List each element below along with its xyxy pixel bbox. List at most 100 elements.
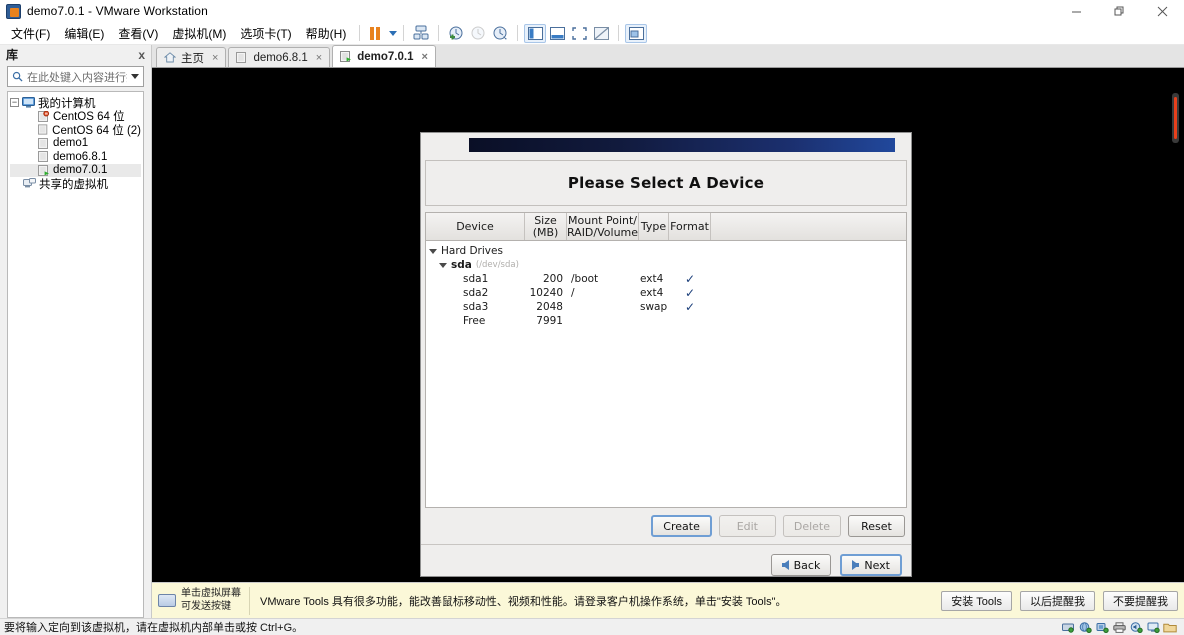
tools-buttons: 安装 Tools 以后提醒我 不要提醒我 xyxy=(941,590,1178,611)
status-bar: 要将输入定向到该虚拟机，请在虚拟机内部单击或按 Ctrl+G。 xyxy=(0,618,1184,635)
full-screen-icon[interactable] xyxy=(568,24,590,43)
pause-icon[interactable] xyxy=(366,26,384,40)
close-icon[interactable]: × xyxy=(421,51,427,63)
device-name: sda1 xyxy=(463,273,489,285)
table-header-row: Device Size (MB) Mount Point/ RAID/Volum… xyxy=(426,213,906,241)
search-icon xyxy=(12,71,23,82)
folder-sharing-icon[interactable] xyxy=(1163,621,1177,634)
vmware-icon xyxy=(6,3,21,19)
tab-demo6-8-1[interactable]: demo6.8.1 × xyxy=(228,47,331,67)
library-title: 库 xyxy=(6,48,19,62)
show-library-icon[interactable] xyxy=(524,23,547,43)
close-icon[interactable]: × xyxy=(212,52,218,64)
printer-icon[interactable] xyxy=(1112,621,1126,634)
create-button[interactable]: Create xyxy=(651,515,712,537)
expanded-triangle-icon[interactable] xyxy=(439,262,447,268)
search-input[interactable]: 在此处键入内容进行搜... xyxy=(7,66,144,87)
back-button[interactable]: Back xyxy=(770,554,832,576)
toolbar-divider-3 xyxy=(438,25,440,41)
autofit-edge-indicator[interactable] xyxy=(1172,93,1179,143)
column-header-size[interactable]: Size (MB) xyxy=(525,213,567,240)
dialog-title-box: Please Select A Device xyxy=(425,160,907,206)
column-header-format[interactable]: Format xyxy=(669,213,711,240)
tree-item-label: CentOS 64 位 (2) xyxy=(52,124,141,137)
tab-label: demo6.8.1 xyxy=(253,51,308,64)
table-row[interactable]: sda (/dev/sda) xyxy=(426,258,906,272)
edit-button: Edit xyxy=(718,515,776,537)
menu-tabs[interactable]: 选项卡(T) xyxy=(233,22,298,45)
tree-item-centos-64-2[interactable]: CentOS 64 位 (2) xyxy=(10,123,141,137)
keyboard-hint: 单击虚拟屏幕 可发送按键 xyxy=(158,586,250,615)
tree-item-demo1[interactable]: demo1 xyxy=(10,137,141,151)
dropdown-caret-icon[interactable] xyxy=(389,30,398,36)
never-remind-me-button[interactable]: 不要提醒我 xyxy=(1103,590,1178,611)
install-tools-button[interactable]: 安装 Tools xyxy=(941,590,1012,611)
tab-strip: 主页 × demo6.8.1 × demo7.0.1 × xyxy=(152,45,1184,68)
tree-item-label: demo7.0.1 xyxy=(53,164,108,177)
vm-suspended-icon xyxy=(38,110,50,122)
remind-me-later-button[interactable]: 以后提醒我 xyxy=(1020,590,1095,611)
close-icon[interactable]: × xyxy=(316,52,322,64)
column-header-type[interactable]: Type xyxy=(639,213,669,240)
hard-disk-icon[interactable] xyxy=(1061,621,1075,634)
vm-console-screen[interactable]: Please Select A Device Device Size (MB) xyxy=(152,68,1184,582)
table-row[interactable]: sda3 2048 swap ✓ xyxy=(426,300,906,314)
collapse-expander-icon[interactable]: − xyxy=(10,98,19,108)
anaconda-partition-dialog: Please Select A Device Device Size (MB) xyxy=(420,132,912,577)
cell-format: ✓ xyxy=(669,273,711,285)
network-adapter-icon[interactable] xyxy=(1078,621,1092,634)
menu-bar: 文件(F) 编辑(E) 查看(V) 虚拟机(M) 选项卡(T) 帮助(H) xyxy=(0,22,1184,45)
shared-vms-icon xyxy=(23,178,36,188)
chevron-down-icon[interactable] xyxy=(131,74,139,79)
tree-item-label: 共享的虚拟机 xyxy=(39,178,108,191)
table-row[interactable]: Free 7991 xyxy=(426,314,906,328)
expanded-triangle-icon[interactable] xyxy=(429,248,437,254)
library-header: 库 x xyxy=(0,45,151,64)
show-thumbnail-bar-icon[interactable] xyxy=(546,24,568,43)
menu-vm[interactable]: 虚拟机(M) xyxy=(165,22,233,45)
cell-device: sda2 xyxy=(426,287,525,299)
status-device-icons xyxy=(1061,621,1180,634)
tree-item-shared-vms[interactable]: 共享的虚拟机 xyxy=(10,177,141,191)
format-check-icon: ✓ xyxy=(684,286,696,300)
cell-size: 7991 xyxy=(536,315,563,327)
manage-snapshots-icon[interactable] xyxy=(489,24,511,43)
restore-icon[interactable] xyxy=(1098,0,1141,22)
menu-file[interactable]: 文件(F) xyxy=(4,22,57,45)
take-snapshot-icon[interactable] xyxy=(445,24,467,43)
page-title: Please Select A Device xyxy=(567,174,765,192)
unity-mode-icon[interactable] xyxy=(590,24,612,43)
close-icon[interactable]: x xyxy=(138,48,145,62)
column-header-device[interactable]: Device xyxy=(426,213,525,240)
tab-home[interactable]: 主页 × xyxy=(156,47,227,67)
menu-help[interactable]: 帮助(H) xyxy=(299,22,354,45)
tree-item-label: demo6.8.1 xyxy=(53,150,108,163)
send-ctrl-alt-del-icon[interactable] xyxy=(410,24,432,43)
show-console-view-icon[interactable] xyxy=(625,23,648,43)
cell-type: ext4 xyxy=(640,287,664,299)
sound-card-icon[interactable] xyxy=(1129,621,1143,634)
column-header-mount-line2: RAID/Volume xyxy=(566,225,639,239)
column-header-mount-point[interactable]: Mount Point/ RAID/Volume xyxy=(567,213,639,240)
display-icon[interactable] xyxy=(1146,621,1160,634)
table-row[interactable]: sda1 200 /boot ext4 ✓ xyxy=(426,272,906,286)
library-panel: 库 x 在此处键入内容进行搜... − xyxy=(0,45,152,618)
reset-button[interactable]: Reset xyxy=(848,515,905,537)
vmware-tools-notification-bar: 单击虚拟屏幕 可发送按键 VMware Tools 具有很多功能，能改善鼠标移动… xyxy=(152,582,1184,618)
close-icon[interactable] xyxy=(1141,0,1184,22)
cell-type: swap xyxy=(640,301,668,313)
table-row[interactable]: sda2 10240 / ext4 ✓ xyxy=(426,286,906,300)
cell-device: sda3 xyxy=(426,301,525,313)
tab-demo7-0-1[interactable]: demo7.0.1 × xyxy=(332,45,436,67)
minimize-icon[interactable] xyxy=(1055,0,1098,22)
menu-view[interactable]: 查看(V) xyxy=(111,22,165,45)
next-button[interactable]: Next xyxy=(840,554,902,576)
my-computer-icon xyxy=(22,97,35,108)
menu-edit[interactable]: 编辑(E) xyxy=(57,22,111,45)
table-row[interactable]: Hard Drives xyxy=(426,244,906,258)
usb-device-icon[interactable] xyxy=(1095,621,1109,634)
revert-snapshot-icon[interactable] xyxy=(467,24,489,43)
vm-running-icon xyxy=(340,51,352,62)
delete-button: Delete xyxy=(782,515,841,537)
tree-item-demo6-8-1[interactable]: demo6.8.1 xyxy=(10,150,141,164)
